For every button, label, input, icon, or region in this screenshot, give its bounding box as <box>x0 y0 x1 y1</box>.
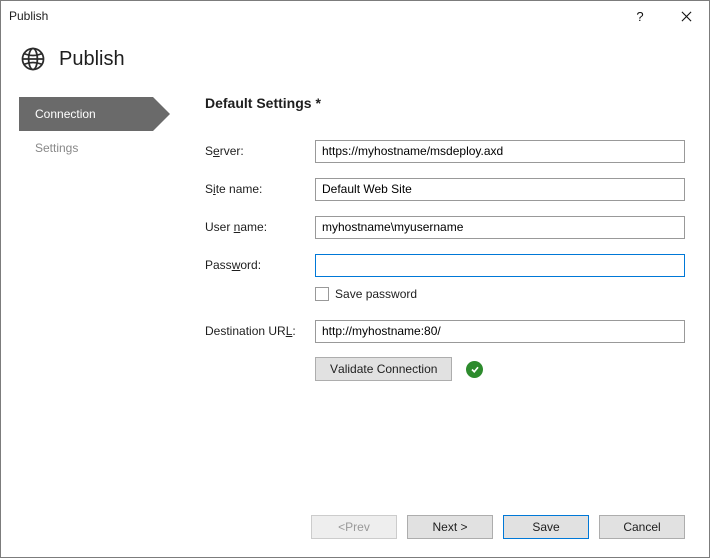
username-input[interactable] <box>315 216 685 239</box>
password-input[interactable] <box>315 254 685 277</box>
label-username: User name: <box>205 220 315 234</box>
dialog-header: Publish <box>1 31 709 95</box>
label-save-password: Save password <box>335 287 417 301</box>
wizard-sidebar: Connection Settings <box>19 95 169 497</box>
step-label: Settings <box>35 141 78 155</box>
row-server: Server: <box>205 139 685 163</box>
dialog-footer: < Prev Next > Save Cancel <box>1 497 709 557</box>
row-username: User name: <box>205 215 685 239</box>
step-connection[interactable]: Connection <box>19 97 153 131</box>
dialog-body: Connection Settings Default Settings * S… <box>1 95 709 497</box>
label-sitename: Site name: <box>205 182 315 196</box>
close-icon <box>681 11 692 22</box>
label-password: Password: <box>205 258 315 272</box>
row-password: Password: <box>205 253 685 277</box>
help-button[interactable]: ? <box>617 1 663 31</box>
section-title: Default Settings * <box>205 95 685 111</box>
label-server: Server: <box>205 144 315 158</box>
close-button[interactable] <box>663 1 709 31</box>
cancel-button[interactable]: Cancel <box>599 515 685 539</box>
form-panel: Default Settings * Server: Site name: Us… <box>169 95 685 497</box>
step-label: Connection <box>35 107 96 121</box>
validate-connection-button[interactable]: Validate Connection <box>315 357 452 381</box>
titlebar: Publish ? <box>1 1 709 31</box>
label-destination: Destination URL: <box>205 324 315 338</box>
row-validate: Validate Connection <box>315 357 685 381</box>
server-input[interactable] <box>315 140 685 163</box>
row-destination: Destination URL: <box>205 319 685 343</box>
next-button[interactable]: Next > <box>407 515 493 539</box>
sitename-input[interactable] <box>315 178 685 201</box>
row-save-password: Save password <box>315 287 685 301</box>
publish-dialog: Publish ? Publish Connection Settings <box>0 0 710 558</box>
destination-input[interactable] <box>315 320 685 343</box>
prev-button: < Prev <box>311 515 397 539</box>
header-title: Publish <box>59 48 125 71</box>
save-password-checkbox[interactable] <box>315 287 329 301</box>
globe-icon <box>19 45 47 73</box>
save-button[interactable]: Save <box>503 515 589 539</box>
row-sitename: Site name: <box>205 177 685 201</box>
validation-success-icon <box>466 361 483 378</box>
checkmark-icon <box>470 365 480 374</box>
step-settings[interactable]: Settings <box>19 131 169 165</box>
window-title: Publish <box>9 9 617 23</box>
